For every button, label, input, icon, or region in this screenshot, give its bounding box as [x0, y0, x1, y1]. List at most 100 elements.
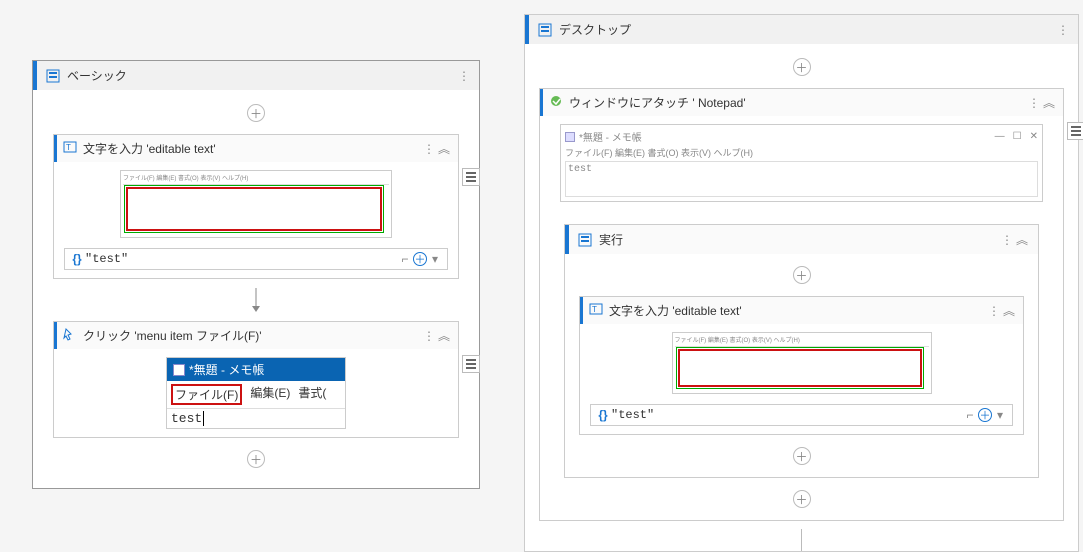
window-max-icon: ☐: [1013, 131, 1022, 142]
right-panel-header[interactable]: デスクトップ ⋮: [525, 15, 1078, 44]
type-text-value-row: {} "test" ⌐ ＋ ▾: [64, 248, 448, 270]
type-text-body-r: ファイル(F) 編集(E) 書式(O) 表示(V) ヘルプ(H) {} "tes…: [580, 324, 1023, 434]
add-value-icon-r[interactable]: ＋: [978, 408, 992, 422]
left-panel-menu-icon[interactable]: ⋮: [457, 69, 471, 83]
add-activity-attach-end[interactable]: ＋: [550, 486, 1053, 512]
plus-icon-exec2: ＋: [793, 447, 811, 465]
attach-thumb-menubar: ファイル(F) 編集(E) 書式(O) 表示(V) ヘルプ(H): [565, 146, 1038, 159]
exec-icon: [577, 232, 593, 248]
attach-thumb-titlebar: *無題 - メモ帳 — ☐ ✕: [565, 129, 1038, 144]
attach-window-preview[interactable]: *無題 - メモ帳 — ☐ ✕ ファイル(F) 編集(E) 書式(O) 表示(V…: [560, 124, 1043, 202]
preview-menubar: ファイル(F) 編集(E) 書式(O) 表示(V) ヘルプ(H): [123, 173, 389, 185]
click-menu-icon[interactable]: ⋮: [422, 329, 436, 343]
plus-icon-attach-end: ＋: [793, 490, 811, 508]
attach-window-activity[interactable]: ウィンドウにアタッチ ' Notepad' ⋮ ︽ *無題 - メモ帳 — ☐ …: [539, 88, 1064, 521]
notepad-body: test: [167, 409, 345, 428]
type-text-title-r: 文字を入力 'editable text': [609, 302, 987, 319]
window-close-icon: ✕: [1030, 131, 1038, 142]
attach-collapse-icon[interactable]: ︽: [1041, 94, 1057, 111]
notepad-menubar: ファイル(F) 編集(E) 書式(: [167, 381, 345, 409]
expand-icon[interactable]: ⌐: [397, 252, 413, 266]
plus-icon-exec1: ＋: [793, 266, 811, 284]
attach-title: ウィンドウにアタッチ ' Notepad': [569, 94, 1027, 111]
attach-header[interactable]: ウィンドウにアタッチ ' Notepad' ⋮ ︽: [540, 89, 1063, 116]
attach-thumb-body: test: [565, 161, 1038, 197]
flow-arrow: [53, 287, 459, 313]
plus-icon-2: ＋: [247, 450, 265, 468]
add-activity-r1[interactable]: ＋: [539, 54, 1064, 80]
click-activity[interactable]: クリック 'menu item ファイル(F)' ⋮ ︽ *無題 - メモ帳 フ…: [53, 321, 459, 438]
add-value-icon[interactable]: ＋: [413, 252, 427, 266]
desktop-scope-icon: [537, 22, 553, 38]
click-collapse-icon[interactable]: ︽: [436, 327, 452, 344]
attach-hamburger-icon[interactable]: [1067, 122, 1083, 140]
collapse-icon[interactable]: ︽: [436, 140, 452, 157]
type-text-activity-r[interactable]: T 文字を入力 'editable text' ⋮ ︽ ファイル(F) 編集(E…: [579, 296, 1024, 435]
click-target-preview[interactable]: *無題 - メモ帳 ファイル(F) 編集(E) 書式( test: [166, 357, 346, 429]
type-text-header[interactable]: T 文字を入力 'editable text' ⋮ ︽: [54, 135, 458, 162]
attach-body: *無題 - メモ帳 — ☐ ✕ ファイル(F) 編集(E) 書式(O) 表示(V…: [540, 116, 1063, 520]
target-preview-r[interactable]: ファイル(F) 編集(E) 書式(O) 表示(V) ヘルプ(H): [672, 332, 932, 394]
exec-body: ＋ T 文字を入力 'editable text' ⋮ ︽: [565, 254, 1038, 477]
plus-icon-r1: ＋: [793, 58, 811, 76]
type-text-value-r[interactable]: "test": [611, 408, 962, 422]
exec-header[interactable]: 実行 ⋮ ︽: [565, 225, 1038, 254]
expression-icon[interactable]: {}: [69, 252, 85, 266]
flow-line-r: [539, 529, 1064, 551]
plus-icon: ＋: [247, 104, 265, 122]
type-text-title: 文字を入力 'editable text': [83, 140, 422, 157]
value-dropdown-icon[interactable]: ▾: [427, 252, 443, 266]
exec-menu-icon[interactable]: ⋮: [1000, 233, 1014, 247]
left-panel-body: ＋ T 文字を入力 'editable text' ⋮ ︽ ファイル(F) 編集…: [33, 90, 479, 488]
exec-title: 実行: [599, 231, 1000, 248]
type-text-activity[interactable]: T 文字を入力 'editable text' ⋮ ︽ ファイル(F) 編集(E…: [53, 134, 459, 279]
notepad-menu-format: 書式(: [298, 384, 326, 405]
type-text-value[interactable]: "test": [85, 252, 397, 266]
add-activity-exec2[interactable]: ＋: [579, 443, 1024, 469]
add-activity-exec1[interactable]: ＋: [579, 262, 1024, 288]
left-panel-title: ベーシック: [67, 67, 457, 84]
right-panel-menu-icon[interactable]: ⋮: [1056, 23, 1070, 37]
left-panel-header[interactable]: ベーシック ⋮: [33, 61, 479, 90]
type-text-icon: T: [63, 140, 77, 157]
preview-selection-inner-r: [678, 349, 922, 387]
expression-icon-r[interactable]: {}: [595, 408, 611, 422]
click-hamburger-icon[interactable]: [462, 355, 480, 373]
svg-text:T: T: [66, 143, 71, 152]
notepad-menu-edit: 編集(E): [250, 384, 290, 405]
type-text-collapse-icon-r[interactable]: ︽: [1001, 302, 1017, 319]
click-title: クリック 'menu item ファイル(F)': [83, 327, 422, 344]
add-activity-bottom[interactable]: ＋: [53, 446, 459, 472]
window-min-icon: —: [995, 131, 1005, 142]
type-text-body: ファイル(F) 編集(E) 書式(O) 表示(V) ヘルプ(H) {} "tes…: [54, 162, 458, 278]
text-caret: [203, 411, 204, 426]
type-text-menu-icon-r[interactable]: ⋮: [987, 304, 1001, 318]
notepad-titlebar: *無題 - メモ帳: [167, 358, 345, 381]
notepad-menu-file: ファイル(F): [171, 384, 242, 405]
hamburger-icon[interactable]: [462, 168, 480, 186]
attach-menu-icon[interactable]: ⋮: [1027, 96, 1041, 110]
sequence-icon: [45, 68, 61, 84]
expand-icon-r[interactable]: ⌐: [962, 408, 978, 422]
notepad-title-text: *無題 - メモ帳: [189, 361, 264, 378]
right-workflow-panel: デスクトップ ⋮ ＋ ウィンドウにアタッチ ' Notepad' ⋮ ︽: [524, 14, 1079, 552]
exec-container[interactable]: 実行 ⋮ ︽ ＋ T: [564, 224, 1039, 478]
preview-menubar-r: ファイル(F) 編集(E) 書式(O) 表示(V) ヘルプ(H): [675, 335, 929, 347]
type-text-header-r[interactable]: T 文字を入力 'editable text' ⋮ ︽: [580, 297, 1023, 324]
target-preview[interactable]: ファイル(F) 編集(E) 書式(O) 表示(V) ヘルプ(H): [120, 170, 392, 238]
right-panel-body: ＋ ウィンドウにアタッチ ' Notepad' ⋮ ︽ *無題: [525, 44, 1078, 551]
attach-icon: [549, 94, 563, 111]
attach-thumb-icon: [565, 132, 575, 142]
svg-text:T: T: [592, 305, 597, 314]
left-workflow-panel: ベーシック ⋮ ＋ T 文字を入力 'editable text' ⋮ ︽ ファ…: [32, 60, 480, 489]
exec-collapse-icon[interactable]: ︽: [1014, 231, 1030, 248]
click-header[interactable]: クリック 'menu item ファイル(F)' ⋮ ︽: [54, 322, 458, 349]
type-text-menu-icon[interactable]: ⋮: [422, 142, 436, 156]
preview-selection-inner: [126, 187, 382, 231]
value-dropdown-icon-r[interactable]: ▾: [992, 408, 1008, 422]
notepad-icon: [173, 364, 185, 376]
add-activity-top[interactable]: ＋: [53, 100, 459, 126]
type-text-value-row-r: {} "test" ⌐ ＋ ▾: [590, 404, 1013, 426]
attach-thumb-title: *無題 - メモ帳: [579, 129, 642, 144]
click-body: *無題 - メモ帳 ファイル(F) 編集(E) 書式( test: [54, 349, 458, 437]
